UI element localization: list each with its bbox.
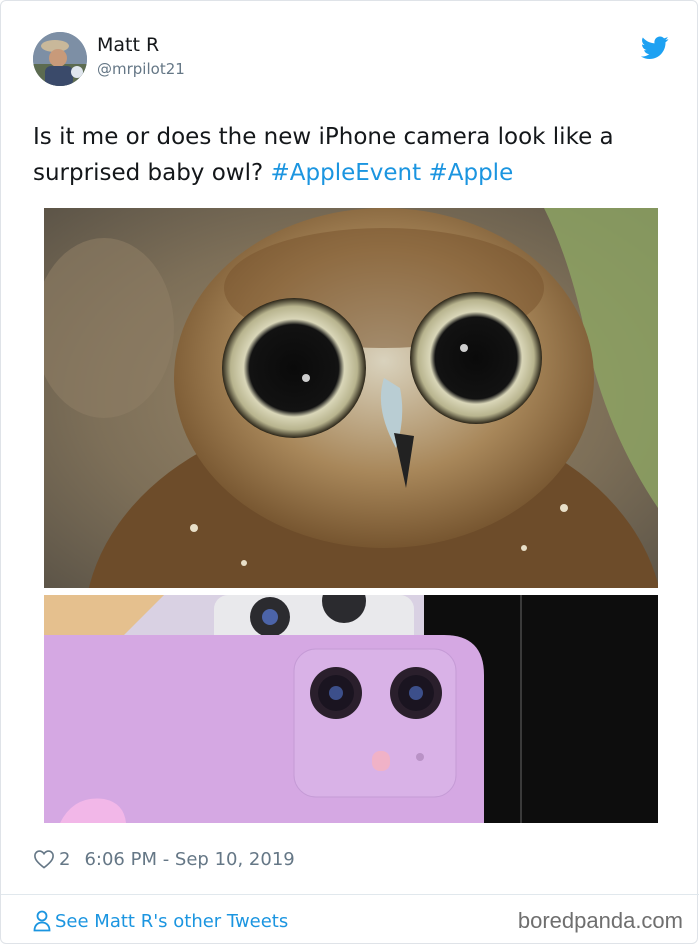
see-other-tweets-link[interactable]: See Matt R's other Tweets [33,910,288,932]
tweet-timestamp[interactable]: 6:06 PM - Sep 10, 2019 [84,849,294,870]
author-handle[interactable]: @mrpilot21 [97,60,185,78]
avatar[interactable] [33,32,87,86]
tweet-meta: 2 6:06 PM - Sep 10, 2019 [33,847,295,871]
hashtag-apple[interactable]: #Apple [428,160,513,186]
tweet-photo-owl[interactable] [44,208,658,588]
owl-image [44,208,658,588]
iphone-image [44,595,658,823]
heart-icon[interactable] [33,849,55,869]
person-icon [33,910,51,932]
divider [1,894,699,895]
like-count[interactable]: 2 [59,849,70,870]
tweet-text: Is it me or does the new iPhone camera l… [33,119,673,191]
tweet-card: Matt R @mrpilot21 Is it me or does the n… [0,0,699,944]
boredpanda-watermark: boredpanda.com [517,908,683,933]
hashtag-appleevent[interactable]: #AppleEvent [271,160,422,186]
avatar-image [33,32,87,86]
tweet-photo-iphone[interactable] [44,595,658,823]
twitter-bird-icon[interactable] [641,36,669,60]
see-other-tweets-label[interactable]: See Matt R's other Tweets [55,911,288,932]
author-name[interactable]: Matt R [97,34,159,56]
